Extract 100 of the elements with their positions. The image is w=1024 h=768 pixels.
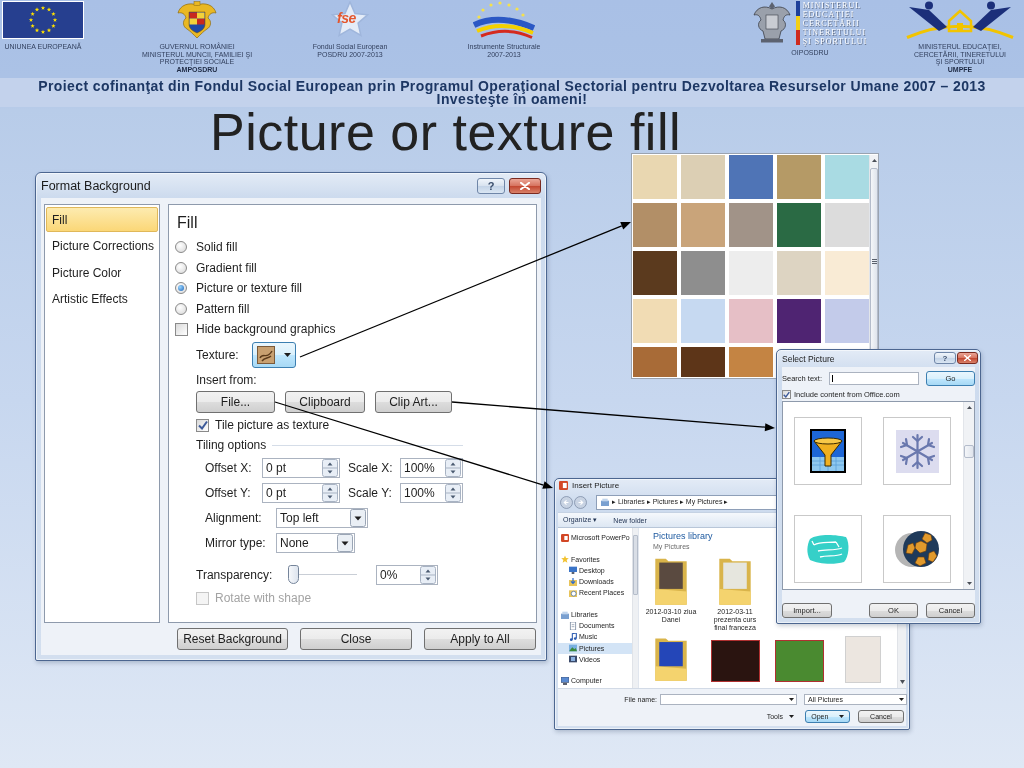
checkbox[interactable] bbox=[196, 418, 209, 432]
texture-tile[interactable] bbox=[729, 299, 773, 343]
texture-tile[interactable] bbox=[729, 155, 773, 199]
option-label: Gradient fill bbox=[196, 260, 257, 275]
film-icon bbox=[569, 655, 577, 664]
coat-of-arms-logo bbox=[177, 1, 217, 39]
texture-tile[interactable] bbox=[825, 203, 869, 247]
dialog-title: Format Background bbox=[41, 178, 151, 193]
slider-track[interactable] bbox=[288, 565, 357, 585]
category-item[interactable]: Picture Color bbox=[46, 260, 158, 285]
texture-tile[interactable] bbox=[681, 251, 725, 295]
scroll-up-icon[interactable] bbox=[871, 159, 877, 162]
scrollbar[interactable] bbox=[632, 528, 638, 688]
section-label: Insert from: bbox=[196, 373, 257, 387]
texture-tile[interactable] bbox=[633, 299, 677, 343]
close-icon bbox=[520, 182, 530, 190]
category-item[interactable]: Fill bbox=[46, 207, 158, 232]
scroll-down-icon[interactable] bbox=[966, 582, 972, 585]
spinner[interactable] bbox=[445, 484, 461, 502]
scroll-down-icon[interactable] bbox=[899, 680, 905, 684]
dialog-button[interactable]: Reset Background bbox=[177, 628, 288, 650]
texture-tile[interactable] bbox=[777, 299, 821, 343]
dialog-title: Select Picture bbox=[782, 353, 835, 364]
dialog-button[interactable]: Apply to All bbox=[424, 628, 536, 650]
texture-tile[interactable] bbox=[777, 155, 821, 199]
app-icon bbox=[561, 533, 569, 542]
texture-tile[interactable] bbox=[777, 203, 821, 247]
checkbox[interactable] bbox=[782, 389, 791, 399]
checkbox[interactable] bbox=[175, 322, 188, 336]
clip-art-tile[interactable] bbox=[794, 417, 862, 485]
computer-icon bbox=[561, 676, 569, 685]
music-note-icon bbox=[569, 632, 577, 641]
scrollbar-thumb[interactable] bbox=[964, 445, 974, 458]
forward-button[interactable] bbox=[574, 495, 587, 509]
search-field[interactable] bbox=[829, 372, 919, 385]
texture-tile[interactable] bbox=[729, 347, 773, 377]
file-name-field[interactable] bbox=[660, 694, 797, 705]
texture-tile[interactable] bbox=[825, 299, 869, 343]
field-label: Scale X: bbox=[348, 461, 393, 475]
number-field[interactable]: 0% bbox=[376, 565, 438, 585]
texture-tile[interactable] bbox=[633, 251, 677, 295]
texture-tile[interactable] bbox=[777, 251, 821, 295]
texture-tile[interactable] bbox=[633, 203, 677, 247]
library-icon bbox=[561, 610, 569, 619]
radio-button[interactable] bbox=[175, 261, 187, 274]
spinner[interactable] bbox=[322, 459, 338, 477]
slider-thumb[interactable] bbox=[288, 565, 299, 584]
texture-tile[interactable] bbox=[681, 203, 725, 247]
texture-tile[interactable] bbox=[825, 251, 869, 295]
radio-button[interactable] bbox=[175, 302, 187, 315]
logo-text: fse bbox=[337, 11, 356, 26]
field-label: Offset X: bbox=[205, 461, 252, 475]
spinner[interactable] bbox=[420, 566, 436, 584]
back-button[interactable] bbox=[560, 495, 573, 509]
category-item[interactable]: Picture Corrections bbox=[46, 233, 158, 259]
help-button[interactable]: ? bbox=[934, 352, 956, 364]
texture-tile[interactable] bbox=[633, 347, 677, 377]
field-label: Scale Y: bbox=[348, 486, 392, 500]
option-label: Solid fill bbox=[196, 240, 238, 255]
dialog-title: Insert Picture bbox=[572, 481, 620, 490]
texture-dropdown[interactable] bbox=[252, 342, 296, 368]
texture-tile[interactable] bbox=[633, 155, 677, 199]
help-button[interactable]: ? bbox=[477, 178, 505, 194]
scroll-up-icon[interactable] bbox=[966, 406, 972, 409]
insert-button[interactable]: File... bbox=[196, 391, 275, 413]
clip-art-tile[interactable] bbox=[883, 417, 951, 485]
caret-icon bbox=[284, 353, 291, 357]
number-field[interactable]: 100% bbox=[400, 483, 463, 503]
spinner[interactable] bbox=[322, 484, 338, 502]
close-button[interactable] bbox=[509, 178, 541, 194]
checkbox-label: Rotate with shape bbox=[215, 591, 312, 605]
texture-tile[interactable] bbox=[729, 203, 773, 247]
number-field[interactable]: 0 pt bbox=[262, 483, 340, 503]
clip-art-tile[interactable] bbox=[883, 515, 951, 583]
number-field[interactable]: 100% bbox=[400, 458, 463, 478]
scrollbar[interactable] bbox=[963, 402, 974, 589]
texture-tile[interactable] bbox=[681, 299, 725, 343]
radio-button[interactable] bbox=[175, 241, 187, 254]
radio-button[interactable] bbox=[175, 282, 187, 295]
clip-art-tile[interactable] bbox=[794, 515, 862, 583]
texture-tile[interactable] bbox=[681, 347, 725, 377]
close-button[interactable] bbox=[957, 352, 978, 364]
hand-clipart bbox=[806, 533, 850, 565]
dropdown[interactable]: None bbox=[276, 533, 355, 553]
texture-tile[interactable] bbox=[681, 155, 725, 199]
scrollbar-thumb[interactable] bbox=[633, 535, 638, 595]
swoosh-logo bbox=[473, 1, 535, 39]
caret-icon bbox=[789, 698, 794, 701]
spinner[interactable] bbox=[445, 459, 461, 477]
texture-swatch-icon bbox=[257, 346, 275, 364]
number-field[interactable]: 0 pt bbox=[262, 458, 340, 478]
tick-icon bbox=[783, 390, 790, 398]
texture-tile[interactable] bbox=[825, 155, 869, 199]
slogan-text: Investeşte în oameni! bbox=[436, 93, 588, 106]
insert-button[interactable]: Clip Art... bbox=[375, 391, 452, 413]
recent-places-icon bbox=[569, 588, 577, 597]
category-item[interactable]: Artistic Effects bbox=[46, 286, 158, 312]
dropdown[interactable]: Top left bbox=[276, 508, 368, 528]
insert-button[interactable]: Clipboard bbox=[285, 391, 365, 413]
dialog-button[interactable]: Close bbox=[300, 628, 412, 650]
